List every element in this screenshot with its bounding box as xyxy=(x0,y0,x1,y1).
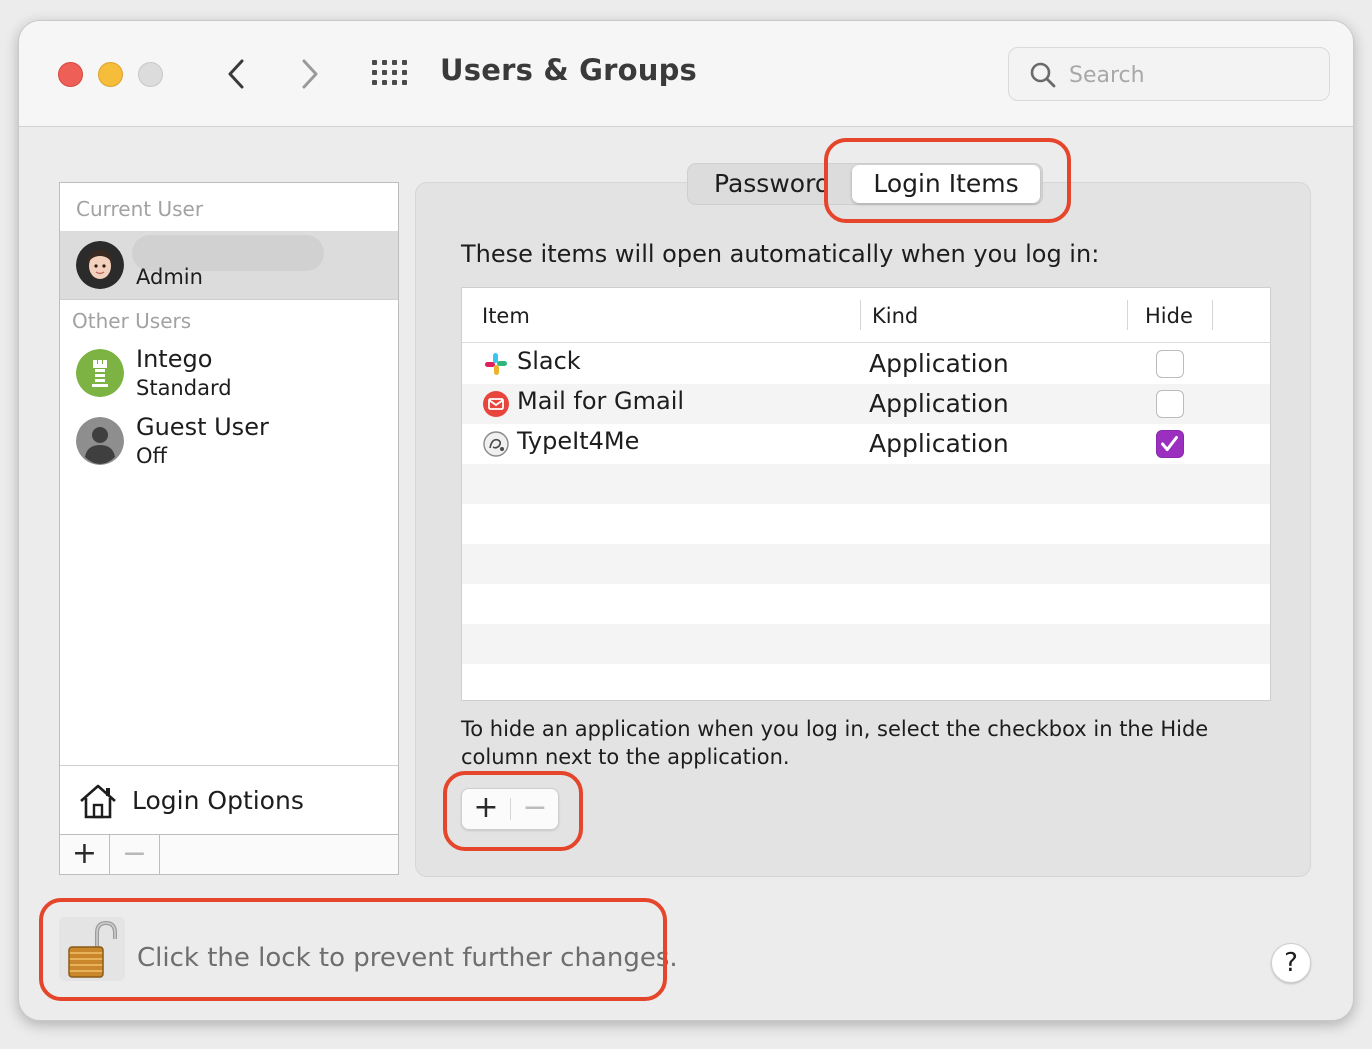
login-options-item[interactable]: Login Options xyxy=(60,765,398,834)
other-users-label: Other Users xyxy=(72,309,192,333)
hide-checkbox-mail-for-gmail[interactable] xyxy=(1156,390,1184,418)
intego-name: Intego xyxy=(136,345,213,373)
app-kind: Application xyxy=(869,389,1009,418)
back-arrow-icon[interactable] xyxy=(221,57,251,91)
column-separator xyxy=(1212,300,1213,330)
guest-user-status: Off xyxy=(136,444,167,468)
empty-row xyxy=(462,544,1270,584)
current-user-role: Admin xyxy=(136,265,203,289)
hide-help-text: To hide an application when you log in, … xyxy=(461,717,1209,769)
guest-user-name: Guest User xyxy=(136,413,269,441)
user-avatar xyxy=(76,241,124,289)
zoom-button[interactable] xyxy=(138,62,163,87)
login-items-description: These items will open automatically when… xyxy=(461,240,1100,268)
hide-checkbox-slack[interactable] xyxy=(1156,350,1184,378)
sidebar-divider xyxy=(60,299,398,300)
add-user-button[interactable]: + xyxy=(60,835,110,875)
tab-login-items[interactable]: Login Items xyxy=(852,165,1040,203)
typeit4me-icon xyxy=(483,431,509,457)
sidebar-item-current-user[interactable]: Admin xyxy=(60,231,398,299)
house-icon xyxy=(80,784,116,819)
remove-user-button[interactable]: − xyxy=(110,835,160,875)
app-name: Mail for Gmail xyxy=(517,387,685,415)
close-button[interactable] xyxy=(58,62,83,87)
users-sidebar: Current User Admin Other Users Intego St… xyxy=(59,182,399,875)
column-header-kind[interactable]: Kind xyxy=(872,304,918,328)
column-separator xyxy=(860,300,861,330)
login-options-label: Login Options xyxy=(132,786,304,815)
intego-avatar-icon xyxy=(76,349,124,397)
lock-button[interactable] xyxy=(59,917,125,981)
hide-checkbox-typeit4me[interactable] xyxy=(1156,430,1184,458)
intego-status: Standard xyxy=(136,376,232,400)
search-input[interactable] xyxy=(1069,60,1309,90)
checkmark-icon xyxy=(1161,436,1178,452)
minimize-button[interactable] xyxy=(98,62,123,87)
tab-password[interactable]: Password xyxy=(714,169,826,198)
table-row[interactable]: Slack Application xyxy=(462,344,1270,384)
table-header: Item Kind Hide xyxy=(462,288,1270,343)
app-name: TypeIt4Me xyxy=(517,427,640,455)
empty-row xyxy=(462,464,1270,504)
titlebar: Users & Groups xyxy=(19,21,1353,127)
show-all-grid-icon[interactable] xyxy=(371,59,409,87)
system-preferences-window: Users & Groups Current User Admin Other … xyxy=(18,20,1354,1021)
table-row[interactable]: TypeIt4Me Application xyxy=(462,424,1270,464)
login-items-table: Item Kind Hide Slack Application Mail fo… xyxy=(461,287,1271,701)
empty-row xyxy=(462,624,1270,664)
window-title: Users & Groups xyxy=(440,53,698,87)
column-separator xyxy=(1127,300,1128,330)
login-items-add-remove: + − xyxy=(461,788,559,830)
sidebar-toolbar: + − xyxy=(60,834,398,875)
empty-row xyxy=(462,584,1270,624)
search-icon xyxy=(1030,62,1056,88)
add-login-item-button[interactable]: + xyxy=(462,789,510,829)
forward-arrow-icon[interactable] xyxy=(295,57,325,91)
column-header-hide[interactable]: Hide xyxy=(1145,304,1193,328)
mail-for-gmail-icon xyxy=(483,391,509,417)
current-user-label: Current User xyxy=(76,197,204,221)
guest-user-avatar-icon xyxy=(76,417,124,465)
lock-status-text: Click the lock to prevent further change… xyxy=(137,943,678,973)
tab-bar: Password Login Items xyxy=(687,163,1043,205)
app-kind: Application xyxy=(869,429,1009,458)
remove-login-item-button[interactable]: − xyxy=(511,789,559,829)
slack-icon xyxy=(485,353,507,375)
app-kind: Application xyxy=(869,349,1009,378)
table-row[interactable]: Mail for Gmail Application xyxy=(462,384,1270,424)
empty-row xyxy=(462,504,1270,544)
unlocked-padlock-icon xyxy=(68,920,117,978)
help-button[interactable]: ? xyxy=(1271,943,1311,983)
column-header-item[interactable]: Item xyxy=(482,304,530,328)
search-field[interactable] xyxy=(1008,47,1330,101)
app-name: Slack xyxy=(517,347,581,375)
